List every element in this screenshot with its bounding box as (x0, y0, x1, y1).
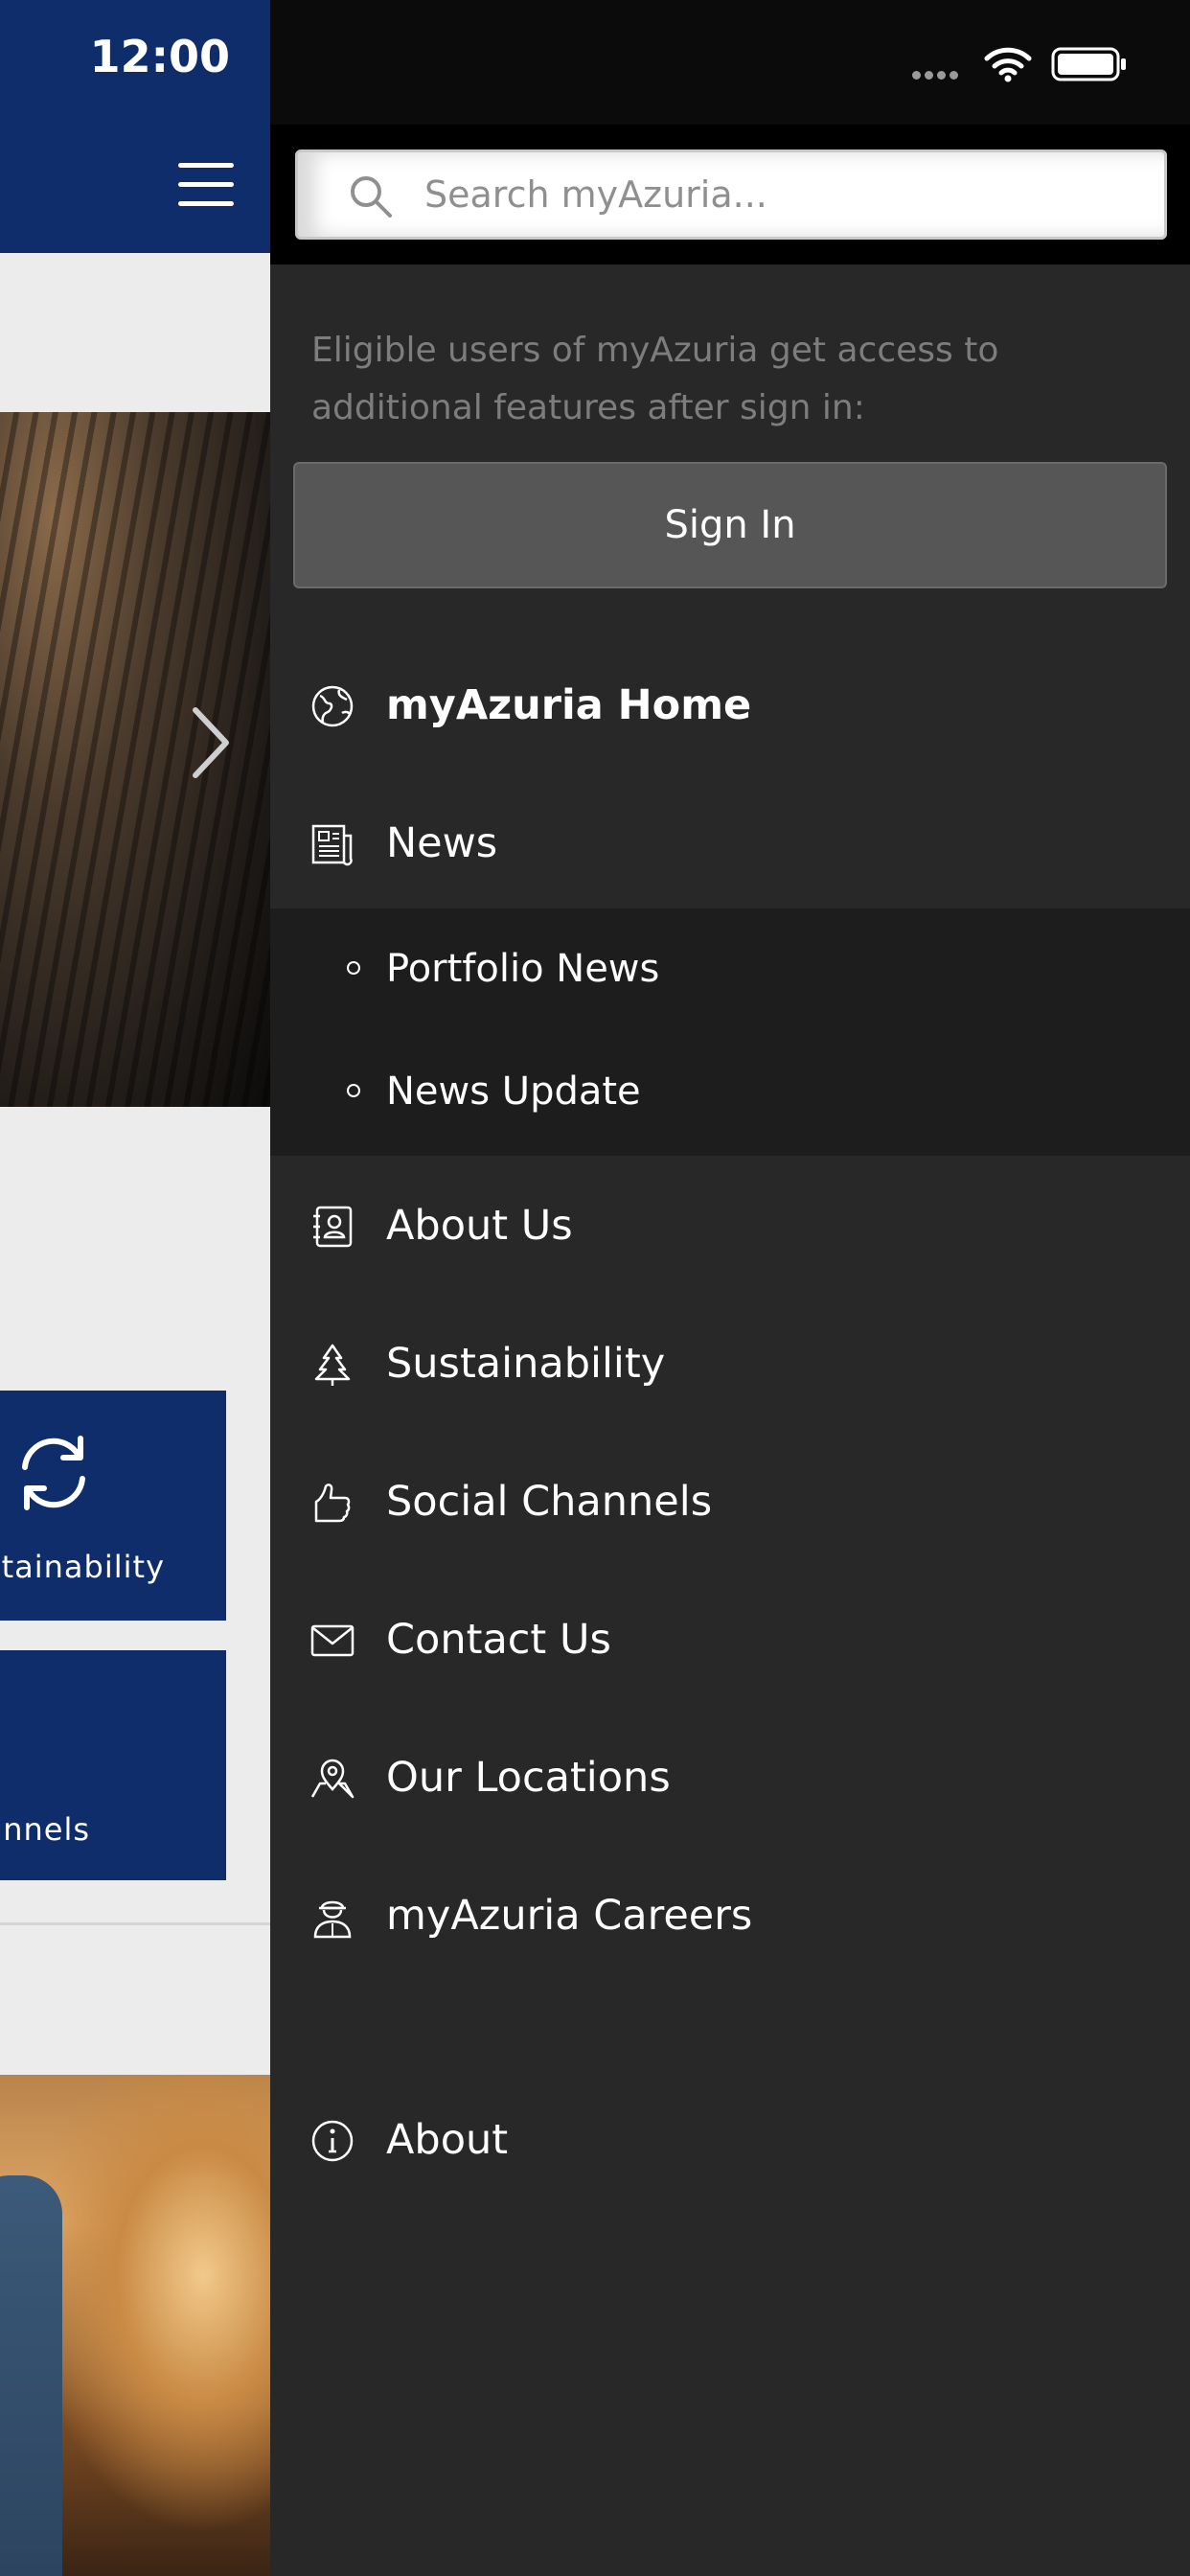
app-header: 12:00 (0, 0, 270, 253)
battery-icon (1051, 46, 1128, 82)
divider (0, 1922, 270, 1925)
info-icon (310, 2119, 355, 2163)
contact-book-icon (310, 1205, 355, 1249)
navigation-drawer: Eligible users of myAzuria get access to… (270, 0, 1190, 2576)
menu-item-label: About (386, 2116, 509, 2164)
tile-label: stainability (0, 1549, 165, 1585)
submenu-item-portfolio-news[interactable]: Portfolio News (270, 908, 1190, 1029)
menu-item-sustainability[interactable]: Sustainability (270, 1306, 1190, 1421)
menu-item-label: Sustainability (386, 1340, 666, 1388)
menu-item-about-us[interactable]: About Us (270, 1168, 1190, 1283)
search-box[interactable] (295, 150, 1167, 240)
status-time: 12:00 (89, 31, 230, 82)
menu-item-news[interactable]: News (270, 786, 1190, 901)
worker-icon (310, 1895, 355, 1939)
search-input[interactable] (423, 162, 1135, 227)
menu-item-our-locations[interactable]: Our Locations (270, 1720, 1190, 1835)
bullet-icon (347, 961, 360, 975)
menu-item-about[interactable]: About (270, 2082, 1190, 2197)
menu-item-label: Our Locations (386, 1754, 671, 1802)
newspaper-icon (310, 822, 355, 866)
eligibility-text: Eligible users of myAzuria get access to… (311, 331, 999, 427)
search-bar (270, 125, 1190, 264)
bullet-icon (347, 1084, 360, 1097)
thumbs-up-icon (310, 1481, 355, 1525)
menu-item-social-channels[interactable]: Social Channels (270, 1444, 1190, 1559)
wifi-icon (984, 46, 1032, 82)
globe-icon (310, 684, 355, 728)
menu-item-label: News (386, 819, 498, 867)
menu-item-label: Social Channels (386, 1478, 713, 1526)
refresh-icon (10, 1429, 98, 1517)
news-submenu: Portfolio News News Update (270, 908, 1190, 1156)
photo-person (0, 2175, 62, 2576)
background-app: 12:00 stainability nnels (0, 0, 270, 2576)
chevron-right-icon[interactable] (188, 704, 236, 781)
menu-item-home[interactable]: myAzuria Home (270, 648, 1190, 763)
menu-item-label: myAzuria Careers (386, 1892, 753, 1940)
menu-item-careers[interactable]: myAzuria Careers (270, 1858, 1190, 1973)
sign-in-button[interactable]: Sign In (293, 462, 1167, 588)
status-bar (270, 0, 1190, 125)
map-pin-icon (310, 1757, 355, 1801)
hamburger-menu-icon[interactable] (178, 163, 234, 207)
menu-item-label: myAzuria Home (386, 681, 752, 729)
submenu-item-label: Portfolio News (386, 947, 660, 991)
submenu-item-label: News Update (386, 1070, 641, 1114)
tree-icon (310, 1343, 355, 1387)
menu-item-label: About Us (386, 1202, 573, 1250)
tile-sustainability[interactable]: stainability (0, 1391, 226, 1621)
signal-dots-icon (912, 65, 962, 83)
submenu-item-news-update[interactable]: News Update (270, 1031, 1190, 1152)
menu-item-label: Contact Us (386, 1616, 611, 1664)
envelope-icon (310, 1619, 355, 1663)
tile-label: nnels (3, 1811, 90, 1848)
search-icon (348, 173, 394, 219)
menu-item-contact-us[interactable]: Contact Us (270, 1582, 1190, 1697)
tile-social-channels[interactable]: nnels (0, 1650, 226, 1880)
